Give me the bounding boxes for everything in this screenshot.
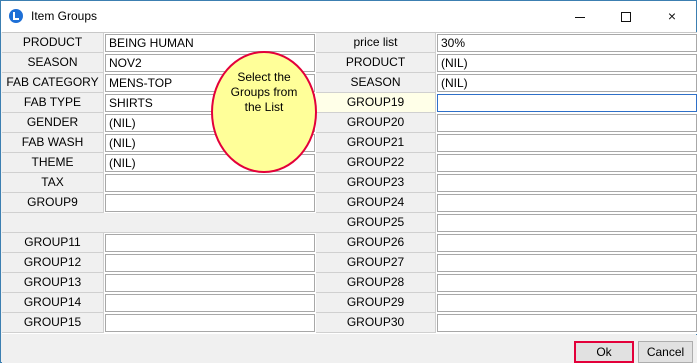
left-label-tax: TAX [2,173,104,193]
right-label-season: SEASON [316,73,436,93]
left-value-tax[interactable] [105,174,315,192]
right-value-group23[interactable] [437,174,697,192]
right-label-group28: GROUP28 [316,273,436,293]
right-value-group27[interactable] [437,254,697,272]
right-value-group21[interactable] [437,134,697,152]
close-icon: × [667,8,677,24]
right-label-group21: GROUP21 [316,133,436,153]
left-label-fab-category: FAB CATEGORY [2,73,104,93]
left-label-group14: GROUP14 [2,293,104,313]
right-label-group27: GROUP27 [316,253,436,273]
left-value-group12[interactable] [105,254,315,272]
left-label-fab-type: FAB TYPE [2,93,104,113]
right-value-product[interactable]: (NIL) [437,54,697,72]
left-label-group12: GROUP12 [2,253,104,273]
left-value-product[interactable]: BEING HUMAN [105,34,315,52]
minimize-icon [575,16,585,18]
left-label-group15: GROUP15 [2,313,104,333]
right-value-group26[interactable] [437,234,697,252]
left-value-group9[interactable] [105,194,315,212]
right-label-group24: GROUP24 [316,193,436,213]
right-label-price-list: price list [316,33,436,53]
callout-line-2: Groups from [230,85,298,99]
left-label-group9: GROUP9 [2,193,104,213]
left-empty-row [2,213,316,233]
ok-button[interactable]: Ok [574,341,634,363]
right-label-group22: GROUP22 [316,153,436,173]
left-label-gender: GENDER [2,113,104,133]
left-label-season: SEASON [2,53,104,73]
right-value-group25[interactable] [437,214,697,232]
left-label-theme: THEME [2,153,104,173]
right-label-group25: GROUP25 [316,213,436,233]
callout-bubble: Select the Groups from the List [211,51,317,173]
callout-line-1: Select the [237,70,291,84]
left-value-group11[interactable] [105,234,315,252]
right-value-group20[interactable] [437,114,697,132]
left-value-group15[interactable] [105,314,315,332]
title-bar: Item Groups × [1,1,696,32]
right-value-group24[interactable] [437,194,697,212]
right-label-product: PRODUCT [316,53,436,73]
window-title: Item Groups [31,9,98,23]
left-label-group11: GROUP11 [2,233,104,253]
right-value-price-list[interactable]: 30% [437,34,697,52]
right-label-group20: GROUP20 [316,113,436,133]
maximize-icon [621,12,631,23]
left-value-group13[interactable] [105,274,315,292]
item-groups-dialog: Item Groups × PRODUCT BEING HUMAN SEASON NO… [0,0,697,363]
left-label-fab-wash: FAB WASH [2,133,104,153]
right-value-group19[interactable] [437,94,697,112]
groups-grid: PRODUCT BEING HUMAN SEASON NOV2 FAB CATEGORY… [2,32,697,334]
right-label-group30: GROUP30 [316,313,436,333]
right-label-group29: GROUP29 [316,293,436,313]
left-value-group14[interactable] [105,294,315,312]
right-value-group30[interactable] [437,314,697,332]
dialog-footer: Ok Cancel [2,335,697,363]
right-label-group26: GROUP26 [316,233,436,253]
cancel-button[interactable]: Cancel [638,341,693,363]
right-label-group19: GROUP19 [316,93,436,113]
left-label-group13: GROUP13 [2,273,104,293]
maximize-button[interactable] [603,1,649,32]
close-button[interactable]: × [649,1,695,32]
right-value-group28[interactable] [437,274,697,292]
left-label-product: PRODUCT [2,33,104,53]
minimize-button[interactable] [557,1,603,32]
right-value-group29[interactable] [437,294,697,312]
right-label-group23: GROUP23 [316,173,436,193]
callout-line-3: the List [244,100,284,114]
right-value-season[interactable]: (NIL) [437,74,697,92]
app-icon [9,9,23,23]
right-value-group22[interactable] [437,154,697,172]
